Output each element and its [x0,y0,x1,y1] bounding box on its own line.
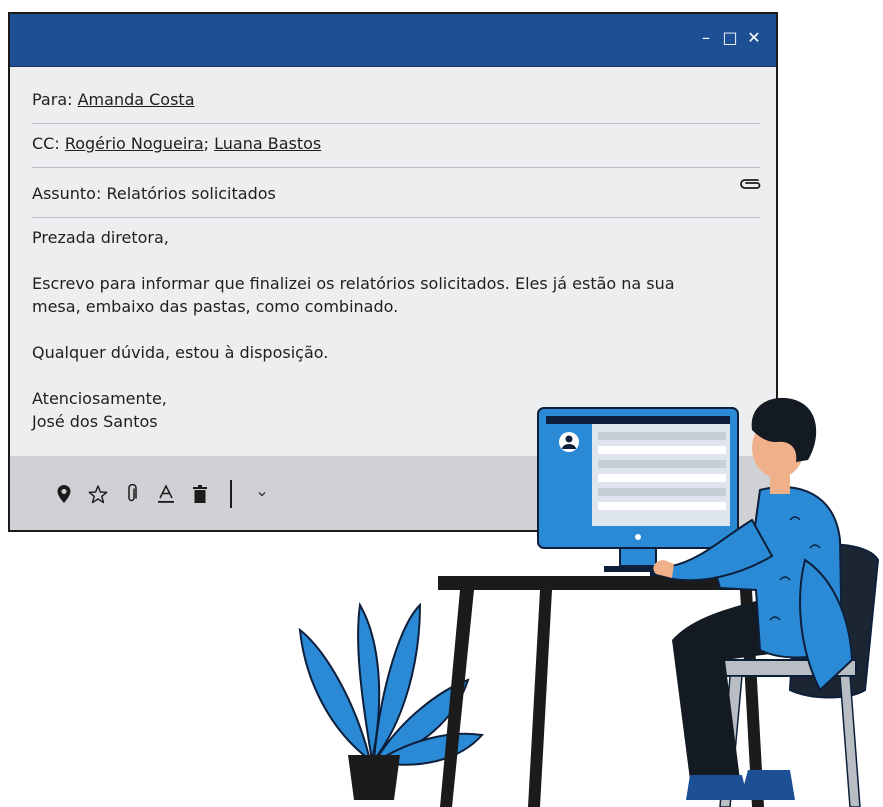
cc-field[interactable]: CC: Rogério Nogueira; Luana Bastos [32,134,760,168]
subject-field[interactable]: Assunto: Relatórios solicitados [32,184,760,218]
star-icon[interactable] [88,483,108,505]
trash-icon[interactable] [190,483,210,505]
chevron-down-icon[interactable] [252,483,272,505]
to-field[interactable]: Para: Amanda Costa [32,90,760,124]
text-color-icon[interactable] [156,483,176,505]
email-window: – □ ✕ Para: Amanda Costa CC: Rogério Nog… [8,12,778,532]
plant-icon [298,601,484,800]
close-button[interactable]: ✕ [746,27,762,49]
cc-recipient[interactable]: Rogério Nogueira [65,134,204,153]
message-body[interactable]: Prezada diretora, Escrevo para informar … [32,226,762,433]
minimize-button[interactable]: – [698,27,714,49]
to-label: Para: [32,90,73,109]
attachment-icon[interactable] [738,176,764,190]
signature: José dos Santos [32,412,158,431]
toolbar-separator [230,480,232,508]
desk [438,576,838,807]
maximize-button[interactable]: □ [722,27,738,49]
subject-value: Relatórios solicitados [106,184,276,203]
cc-separator: ; [203,134,210,153]
to-recipient[interactable]: Amanda Costa [78,90,195,109]
subject-label: Assunto: [32,184,102,203]
compose-toolbar [10,456,776,530]
location-pin-icon[interactable] [54,483,74,505]
closing: Atenciosamente, [32,389,167,408]
cc-label: CC: [32,134,60,153]
title-bar: – □ ✕ [10,14,776,67]
paragraph: Qualquer dúvida, estou à disposição. [32,343,329,362]
chair [715,543,880,807]
paragraph-line: mesa, embaixo das pastas, como combinado… [32,297,399,316]
paperclip-icon[interactable] [122,483,142,505]
greeting: Prezada diretora, [32,228,169,247]
window-controls: – □ ✕ [698,27,762,49]
cc-recipient[interactable]: Luana Bastos [214,134,321,153]
toolbar-buttons [54,480,272,508]
paragraph-line: Escrevo para informar que finalizei os r… [32,274,675,293]
